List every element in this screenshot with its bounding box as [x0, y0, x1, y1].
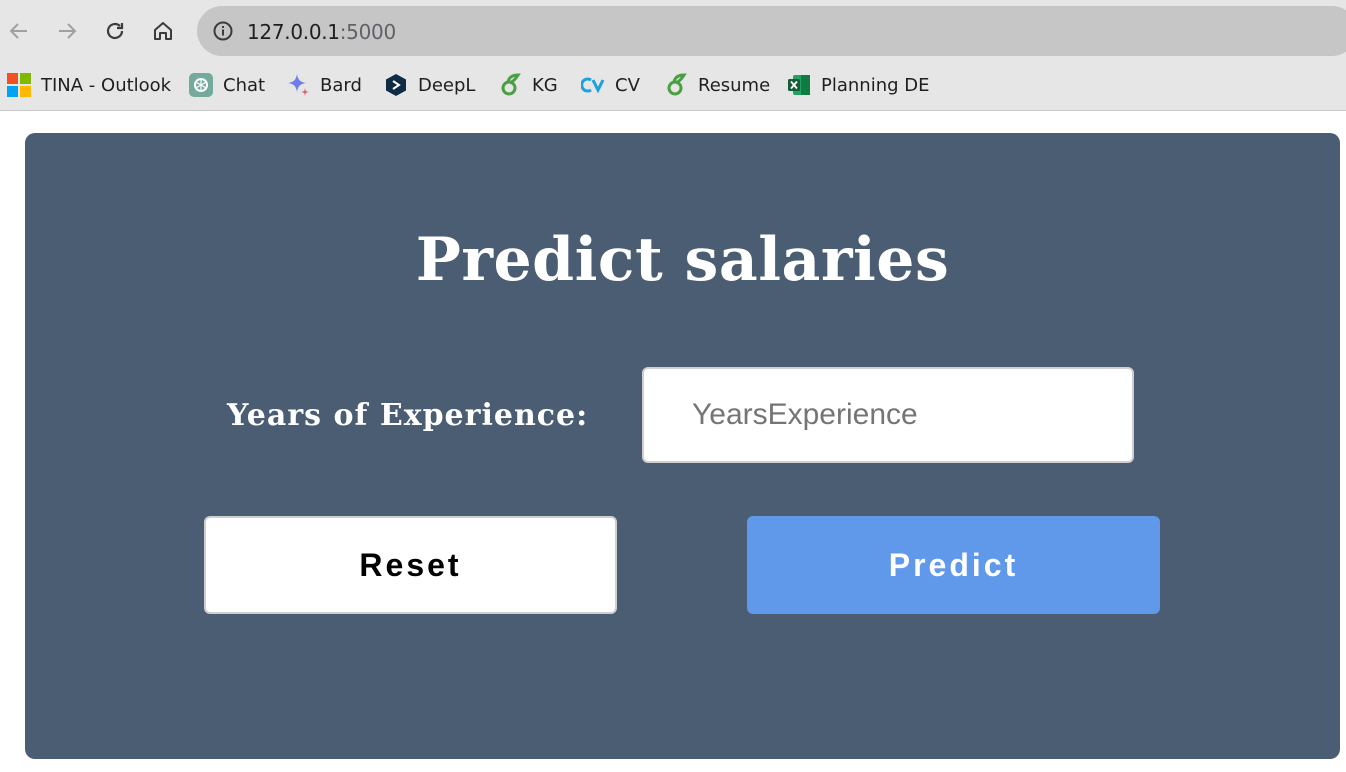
back-arrow-icon — [9, 23, 27, 39]
bookmark-label: DeepL — [418, 74, 476, 96]
url-host: 127.0.0.1 — [247, 20, 340, 44]
bookmark-resume[interactable]: Resume — [664, 72, 770, 98]
bookmark-cv[interactable]: CV — [581, 72, 640, 98]
forward-arrow-icon — [59, 23, 77, 39]
bookmark-label: Bard — [320, 74, 362, 96]
bookmarks-bar: TINA - Outlook Chat Bard DeepL KG CV Res… — [0, 62, 1346, 111]
bookmark-planning-de[interactable]: Planning DE — [787, 72, 930, 98]
bookmark-label: KG — [532, 74, 558, 96]
cv-icon — [581, 73, 605, 97]
bookmark-kg[interactable]: KG — [498, 72, 558, 98]
address-bar[interactable]: 127.0.0.1:5000 — [197, 6, 1346, 56]
page-title: Predict salaries — [415, 225, 950, 295]
home-icon — [154, 22, 172, 40]
forward-button[interactable] — [52, 16, 82, 46]
excel-icon — [787, 73, 811, 97]
bookmark-label: CV — [615, 74, 640, 96]
reset-button[interactable]: Reset — [204, 516, 617, 614]
microsoft-icon — [7, 73, 31, 97]
back-button[interactable] — [4, 16, 34, 46]
bookmark-chat[interactable]: Chat — [189, 72, 265, 98]
bookmark-label: Planning DE — [821, 74, 930, 96]
predict-card: Predict salaries Years of Experience: Re… — [25, 133, 1340, 759]
experience-input[interactable] — [642, 367, 1134, 463]
overleaf-icon — [498, 73, 522, 97]
overleaf-icon — [664, 73, 688, 97]
home-button[interactable] — [148, 16, 178, 46]
site-info-icon[interactable] — [212, 20, 234, 42]
chatgpt-icon — [189, 73, 213, 97]
bookmark-label: Chat — [223, 74, 266, 96]
bookmark-bard[interactable]: Bard — [286, 72, 362, 98]
reload-button[interactable] — [100, 16, 130, 46]
bookmark-label: TINA - Outlook — [41, 74, 172, 96]
deepl-icon — [384, 73, 408, 97]
bookmark-tina-outlook[interactable]: TINA - Outlook — [7, 72, 171, 98]
bookmark-deepl[interactable]: DeepL — [384, 72, 475, 98]
url-port: :5000 — [339, 20, 396, 44]
reload-icon — [106, 22, 124, 40]
bard-icon — [286, 73, 310, 97]
browser-toolbar: 127.0.0.1:5000 — [0, 0, 1346, 62]
url-text: 127.0.0.1:5000 — [247, 20, 396, 44]
bookmark-label: Resume — [698, 74, 771, 96]
experience-label: Years of Experience: — [227, 398, 589, 433]
predict-button[interactable]: Predict — [747, 516, 1160, 614]
